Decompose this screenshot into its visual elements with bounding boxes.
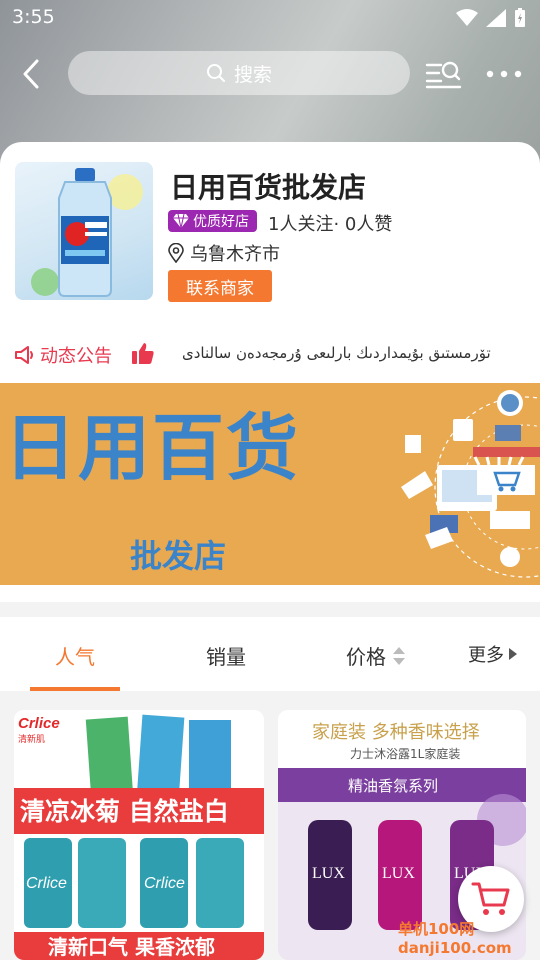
- thumbs-up-icon[interactable]: [130, 340, 156, 366]
- store-location: 乌鲁木齐市: [168, 240, 280, 266]
- location-pin-icon: [168, 243, 184, 263]
- svg-text:LUX: LUX: [382, 865, 415, 882]
- active-tab-indicator: [30, 687, 120, 691]
- store-name: 日用百货批发店: [170, 171, 367, 204]
- tab-more-label: 更多: [468, 645, 504, 666]
- signal-icon: [486, 9, 506, 27]
- tab-more[interactable]: 更多: [468, 641, 518, 667]
- notice-row[interactable]: 动态公告 تۆرمستىق بۇيمداردىك بارلىعى ۇرمجەدە…: [0, 338, 540, 372]
- list-search-icon: [425, 61, 462, 89]
- location-text: 乌鲁木齐市: [190, 244, 280, 265]
- top-navbar: 搜索: [0, 48, 540, 100]
- shopping-cart-icon: [471, 882, 510, 915]
- wifi-icon: [456, 9, 478, 26]
- product-bottom-text: 清新口气 果香浓郁: [48, 935, 215, 959]
- svg-text:Crlice: Crlice: [144, 875, 185, 892]
- diamond-icon: [173, 213, 189, 229]
- tab-sales[interactable]: 销量: [206, 641, 246, 670]
- ecommerce-illustration: [401, 390, 540, 578]
- notice-label: 动态公告: [14, 342, 112, 368]
- product-band: 精油香氛系列: [348, 777, 438, 795]
- badge-label: 优质好店: [193, 214, 249, 230]
- search-placeholder: 搜索: [233, 63, 272, 86]
- triangle-right-icon: [509, 648, 517, 660]
- search-icon: [206, 64, 225, 82]
- quality-store-badge: 优质好店: [168, 210, 257, 232]
- store-banner[interactable]: 日用百货 批发店: [0, 383, 540, 585]
- follow-like-stats: 1人关注· 0人赞: [268, 214, 393, 235]
- product-top-text: 清凉冰菊 自然盐白: [20, 797, 229, 826]
- sort-tabs: 人气 销量 价格 更多: [0, 617, 540, 691]
- banner-subtitle: 批发店: [130, 537, 227, 575]
- notice-text: تۆرمستىق بۇيمداردىك بارلىعى ۇرمجەدەن سال…: [182, 344, 491, 362]
- megaphone-icon: [15, 346, 33, 364]
- product-brand-cn: 清新肌: [18, 733, 45, 745]
- status-bar: 3:55: [0, 0, 540, 36]
- banner-title: 日用百货: [4, 406, 301, 490]
- notice-label-text: 动态公告: [40, 346, 112, 367]
- product-headline: 家庭装 多种香味选择: [312, 722, 480, 743]
- store-avatar[interactable]: [15, 162, 153, 300]
- site-watermark: 单机100网 danji100.com: [398, 920, 512, 957]
- sort-arrows-icon: [393, 646, 405, 665]
- in-store-search-button[interactable]: [424, 56, 462, 92]
- product-card[interactable]: Crlice 清新肌 清凉冰菊 自然盐白 Crlice Crlice 清新口气 …: [14, 710, 264, 960]
- svg-text:Crlice: Crlice: [26, 875, 67, 892]
- toothpaste-product-image: Crlice 清新肌 清凉冰菊 自然盐白 Crlice Crlice 清新口气 …: [14, 710, 264, 960]
- back-arrow-icon: [23, 59, 39, 89]
- battery-icon: [515, 8, 525, 27]
- tab-price-label: 价格: [346, 645, 386, 669]
- contact-merchant-button[interactable]: 联系商家: [168, 270, 272, 302]
- product-subline: 力士沐浴露1L家庭装: [350, 746, 460, 761]
- product-brand-lux: LUX: [312, 865, 345, 882]
- tab-price[interactable]: 价格: [346, 641, 406, 670]
- back-button[interactable]: [14, 56, 50, 92]
- more-options-button[interactable]: [484, 56, 524, 92]
- product-brand: Crlice: [18, 715, 60, 732]
- tab-popularity[interactable]: 人气: [55, 641, 95, 670]
- water-bottle-image: [31, 168, 143, 297]
- more-dots-icon: [486, 70, 522, 78]
- status-icons: [456, 8, 526, 28]
- status-time: 3:55: [12, 6, 55, 28]
- search-input[interactable]: 搜索: [68, 51, 410, 95]
